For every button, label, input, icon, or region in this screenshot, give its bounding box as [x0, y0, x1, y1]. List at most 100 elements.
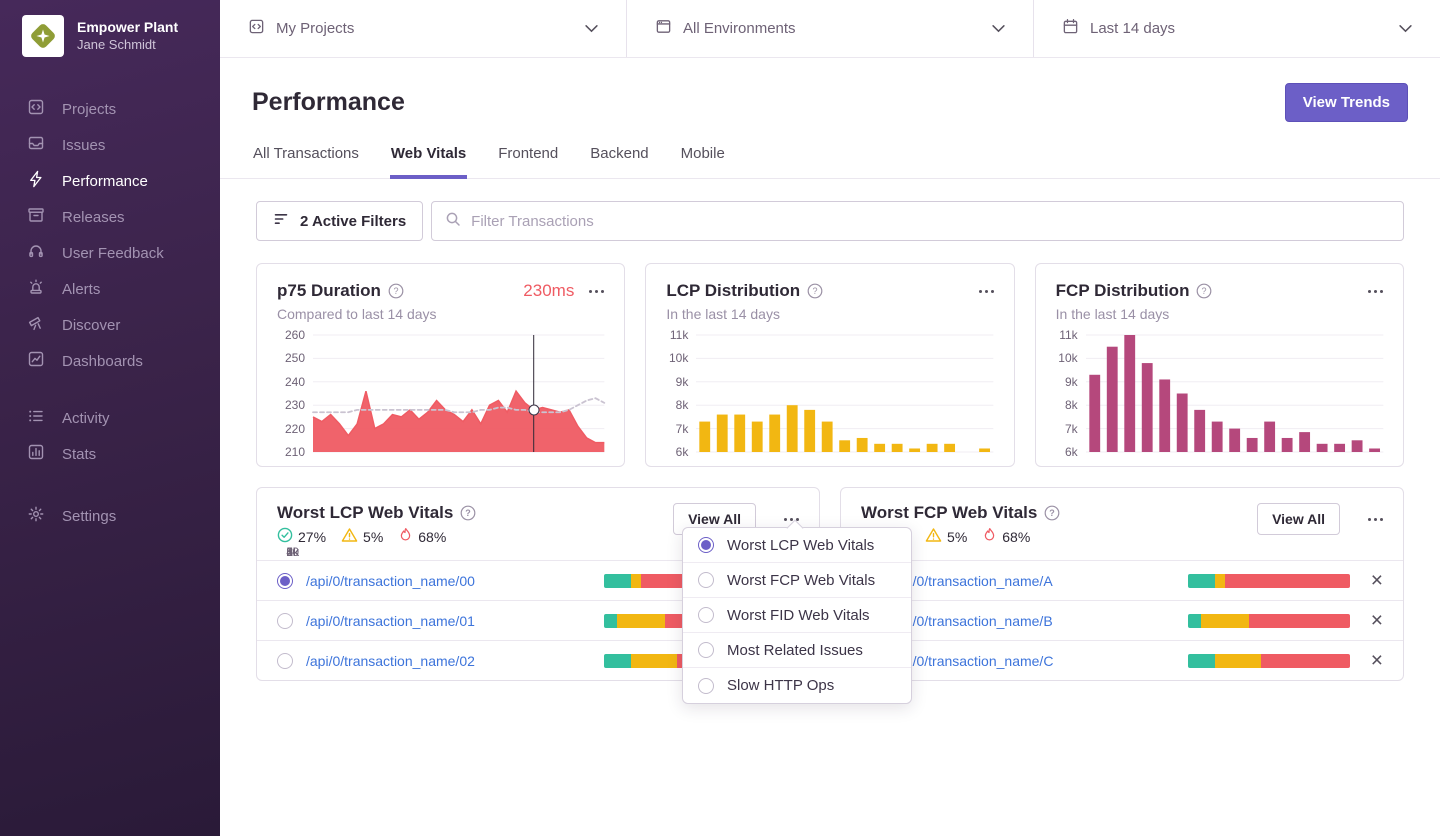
transaction-link[interactable]: /api/0/transaction_name/A	[890, 573, 1175, 589]
chevron-down-icon	[585, 20, 598, 37]
transaction-link[interactable]: /api/0/transaction_name/02	[306, 653, 591, 669]
vitals-selector-dropdown: Worst LCP Web Vitals Worst FCP Web Vital…	[682, 527, 912, 704]
chart-plot	[313, 335, 604, 452]
fire-icon	[982, 527, 997, 546]
view-all-button[interactable]: View All	[1257, 503, 1340, 535]
tab-backend[interactable]: Backend	[589, 145, 649, 179]
date-range-dropdown[interactable]: Last 14 days	[1033, 0, 1440, 57]
y-axis-label: 210	[285, 445, 305, 459]
sidebar-item-projects[interactable]: Projects	[0, 91, 220, 127]
sidebar-item-activity[interactable]: Activity	[0, 400, 220, 436]
ellipsis-menu-button[interactable]	[1368, 514, 1383, 525]
transaction-link[interactable]: /api/0/transaction_name/B	[890, 613, 1175, 629]
y-axis-label: 9k	[1065, 375, 1078, 389]
sidebar-item-dashboards[interactable]: Dashboards	[0, 343, 220, 379]
close-icon[interactable]: ×	[1369, 650, 1385, 671]
ellipsis-menu-button[interactable]	[589, 286, 604, 297]
menu-radio	[698, 607, 714, 623]
close-icon[interactable]: ×	[1369, 610, 1385, 631]
sidebar-item-performance[interactable]: Performance	[0, 163, 220, 199]
card-title: FCP Distribution	[1056, 281, 1190, 301]
alerts-icon	[27, 278, 45, 300]
y-axis-label: 220	[285, 422, 305, 436]
menu-radio	[698, 642, 714, 658]
sidebar-item-alerts[interactable]: Alerts	[0, 271, 220, 307]
sidebar-item-stats[interactable]: Stats	[0, 436, 220, 472]
y-axis-label: 8k	[676, 398, 689, 412]
good-stat-value: 27%	[298, 529, 326, 545]
menu-item-most-related-issues[interactable]: Most Related Issues	[683, 633, 911, 668]
poor-segment	[1249, 614, 1349, 628]
transaction-link[interactable]: /api/0/transaction_name/C	[890, 653, 1175, 669]
menu-radio	[698, 678, 714, 694]
good-stat: 27%	[277, 527, 326, 546]
window-icon	[655, 18, 672, 39]
sidebar-item-discover[interactable]: Discover	[0, 307, 220, 343]
tab-frontend[interactable]: Frontend	[497, 145, 559, 179]
project-filter-dropdown[interactable]: My Projects	[220, 0, 626, 57]
menu-item-slow-http-ops[interactable]: Slow HTTP Ops	[683, 668, 911, 703]
sidebar-item-user-feedback[interactable]: User Feedback	[0, 235, 220, 271]
main-content: 2 Active Filters p75 Duration ? 230ms Co…	[220, 179, 1440, 836]
help-icon[interactable]: ?	[460, 505, 476, 521]
fcp-distribution-card: FCP Distribution ? In the last 14 days 1…	[1035, 263, 1404, 467]
svg-text:?: ?	[813, 286, 818, 296]
sidebar-item-label: Discover	[62, 317, 120, 334]
menu-radio	[698, 572, 714, 588]
search-box	[431, 201, 1404, 241]
transaction-radio[interactable]	[277, 573, 293, 589]
svg-text:?: ?	[1050, 508, 1056, 518]
transaction-radio[interactable]	[277, 653, 293, 669]
lcp-distribution-chart: 11k10k9k8k7k6k	[666, 335, 993, 452]
search-icon	[445, 211, 461, 232]
ellipsis-menu-button[interactable]	[979, 286, 994, 297]
p75-duration-chart: 260250240230220210	[277, 335, 604, 452]
projects-icon	[248, 18, 265, 39]
tab-all-transactions[interactable]: All Transactions	[252, 145, 360, 179]
menu-item-label: Slow HTTP Ops	[727, 677, 834, 694]
vitals-distribution-bar	[1188, 654, 1350, 668]
org-switcher[interactable]: Empower Plant Jane Schmidt	[0, 0, 220, 77]
tab-web-vitals[interactable]: Web Vitals	[390, 145, 467, 179]
close-icon[interactable]: ×	[1369, 570, 1385, 591]
view-trends-button[interactable]: View Trends	[1285, 83, 1408, 122]
active-filters-button[interactable]: 2 Active Filters	[256, 201, 423, 241]
help-icon[interactable]: ?	[388, 283, 404, 299]
menu-item-worst-fid-web-vitals[interactable]: Worst FID Web Vitals	[683, 598, 911, 633]
transaction-link[interactable]: /api/0/transaction_name/01	[306, 613, 591, 629]
vitals-distribution-bar	[1188, 614, 1350, 628]
menu-item-worst-fcp-web-vitals[interactable]: Worst FCP Web Vitals	[683, 563, 911, 598]
sidebar-item-releases[interactable]: Releases	[0, 199, 220, 235]
sidebar-item-issues[interactable]: Issues	[0, 127, 220, 163]
project-filter-value: My Projects	[276, 20, 574, 37]
good-segment	[1188, 654, 1216, 668]
menu-item-worst-lcp-web-vitals[interactable]: Worst LCP Web Vitals	[683, 528, 911, 563]
fcp-distribution-chart: 11k10k9k8k7k6k	[1056, 335, 1383, 452]
transaction-link[interactable]: /api/0/transaction_name/00	[306, 573, 591, 589]
dashboards-icon	[27, 350, 45, 372]
svg-text:?: ?	[393, 286, 398, 296]
issues-icon	[27, 134, 45, 156]
chart-plot	[696, 335, 993, 452]
empower-plant-logo-icon	[26, 19, 60, 53]
card-title: LCP Distribution	[666, 281, 800, 301]
poor-segment	[1261, 654, 1350, 668]
sidebar-item-label: User Feedback	[62, 245, 164, 262]
environment-filter-dropdown[interactable]: All Environments	[626, 0, 1033, 57]
help-icon[interactable]: ?	[1196, 283, 1212, 299]
search-input[interactable]	[471, 213, 1390, 230]
good-segment	[1188, 574, 1216, 588]
ellipsis-menu-button[interactable]	[1368, 286, 1383, 297]
card-subtitle: In the last 14 days	[666, 306, 993, 322]
y-axis-label: 11k	[1059, 328, 1077, 342]
y-axis-label: 6k	[676, 445, 689, 459]
help-icon[interactable]: ?	[807, 283, 823, 299]
transaction-radio[interactable]	[277, 613, 293, 629]
card-title: Worst LCP Web Vitals	[277, 503, 453, 523]
tab-mobile[interactable]: Mobile	[680, 145, 726, 179]
tab-bar: All Transactions Web Vitals Frontend Bac…	[252, 145, 1408, 178]
help-icon[interactable]: ?	[1044, 505, 1060, 521]
meh-segment	[631, 574, 641, 588]
y-axis-label: 230	[285, 398, 305, 412]
sidebar-item-settings[interactable]: Settings	[0, 498, 220, 534]
